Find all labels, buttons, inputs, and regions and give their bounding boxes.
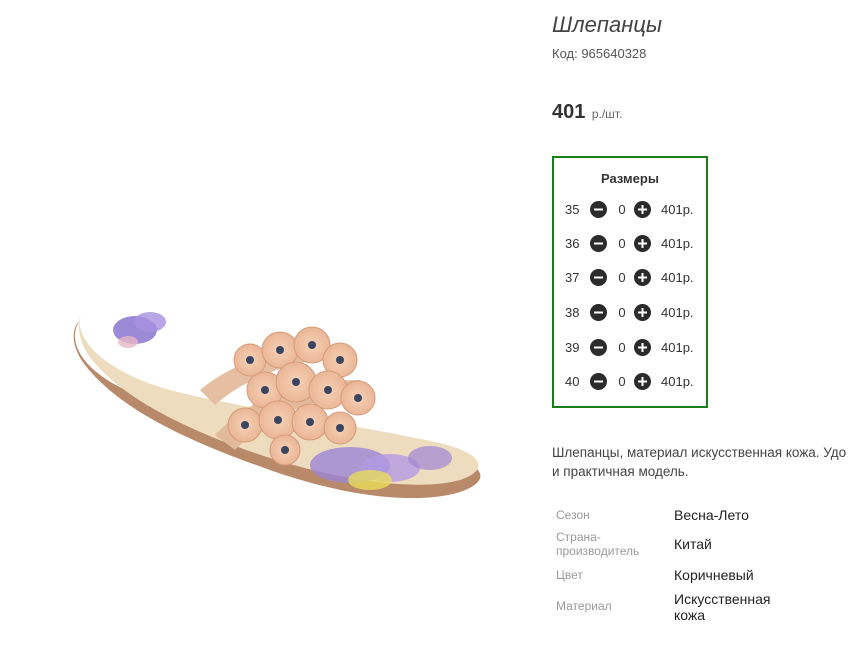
minus-circle-icon[interactable]	[590, 235, 607, 252]
attribute-value: Искусственная	[674, 591, 771, 607]
attribute-value: кожа	[674, 607, 706, 623]
product-description: Шлепанцы, материал искусственная кожа. У…	[552, 443, 863, 481]
size-label: 40	[565, 374, 580, 389]
size-label: 36	[565, 236, 580, 251]
attribute-label: Цвет	[556, 568, 583, 582]
product-price: 401 р./шт.	[552, 101, 622, 124]
sizes-panel: Размеры 35 0 401р. 36 0 401р. 37 0 401р.	[552, 156, 708, 408]
size-label: 39	[565, 340, 580, 355]
quantity-value: 0	[618, 340, 626, 355]
attribute-label: Страна-	[556, 530, 601, 544]
plus-circle-icon[interactable]	[634, 339, 651, 356]
minus-circle-icon[interactable]	[590, 339, 607, 356]
plus-circle-icon[interactable]	[634, 269, 651, 286]
attribute-label: Сезон	[556, 508, 590, 522]
product-title: Шлепанцы	[552, 12, 663, 37]
sizes-title: Размеры	[601, 171, 659, 186]
plus-circle-icon[interactable]	[634, 201, 651, 218]
minus-circle-icon[interactable]	[590, 201, 607, 218]
attribute-label: Материал	[556, 599, 612, 613]
plus-circle-icon[interactable]	[634, 373, 651, 390]
size-price: 401р.	[661, 374, 694, 389]
size-price: 401р.	[661, 270, 694, 285]
minus-circle-icon[interactable]	[590, 373, 607, 390]
size-label: 35	[565, 202, 580, 217]
quantity-value: 0	[618, 305, 626, 320]
size-row: 36 0 401р.	[554, 233, 706, 255]
product-code: Код: 965640328	[552, 46, 647, 61]
size-row: 35 0 401р.	[554, 199, 706, 221]
size-row: 38 0 401р.	[554, 302, 706, 324]
quantity-value: 0	[618, 270, 626, 285]
plus-circle-icon[interactable]	[634, 304, 651, 321]
attribute-value: Коричневый	[674, 567, 754, 583]
size-row: 40 0 401р.	[554, 371, 706, 393]
quantity-value: 0	[618, 202, 626, 217]
price-unit: р./шт.	[591, 107, 623, 121]
size-price: 401р.	[661, 305, 694, 320]
size-price: 401р.	[661, 340, 694, 355]
minus-circle-icon[interactable]	[590, 269, 607, 286]
product-image	[40, 150, 510, 550]
attribute-label: производитель	[556, 544, 640, 558]
price-value: 401	[552, 101, 586, 123]
quantity-value: 0	[618, 236, 626, 251]
attribute-value: Весна-Лето	[674, 507, 749, 523]
description-line: и практичная модель.	[552, 464, 689, 479]
description-line: Шлепанцы, материал искусственная кожа. У…	[552, 445, 847, 460]
sandal-illustration	[73, 310, 481, 499]
size-label: 37	[565, 270, 580, 285]
plus-circle-icon[interactable]	[634, 235, 651, 252]
size-price: 401р.	[661, 236, 694, 251]
size-row: 39 0 401р.	[554, 337, 706, 359]
size-row: 37 0 401р.	[554, 267, 706, 289]
size-label: 38	[565, 305, 580, 320]
size-price: 401р.	[661, 202, 694, 217]
minus-circle-icon[interactable]	[590, 304, 607, 321]
attribute-value: Китай	[674, 536, 712, 552]
quantity-value: 0	[618, 374, 626, 389]
